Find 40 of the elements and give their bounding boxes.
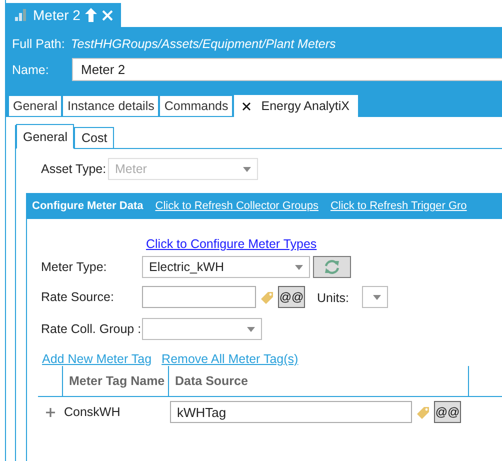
tab[interactable]: Cost xyxy=(74,127,114,148)
rate-source-label: Rate Source: xyxy=(41,290,115,304)
configure-link[interactable]: Click to Configure Meter Types xyxy=(146,237,317,251)
name-field[interactable]: Meter 2 xyxy=(72,58,502,81)
asset-type-label: Asset Type: xyxy=(41,162,108,176)
column-header[interactable]: Meter Tag Name xyxy=(62,366,168,396)
full-path-value: TestHHGRoups/Assets/Equipment/Plant Meters xyxy=(70,36,336,50)
caret-icon xyxy=(243,166,251,172)
picker-button[interactable]: @@ xyxy=(434,401,461,423)
tag-icon[interactable] xyxy=(260,290,274,304)
section-title: Configure Meter Data xyxy=(32,200,144,212)
tab[interactable]: Instance details xyxy=(63,96,158,116)
refresh-icon xyxy=(324,260,340,274)
up-arrow-icon[interactable] xyxy=(85,8,98,22)
document-title: Meter 2 xyxy=(33,7,80,23)
tab[interactable]: General xyxy=(9,96,62,116)
meter-type-label: Meter Type: xyxy=(41,260,108,274)
rate-source-field[interactable] xyxy=(142,286,256,308)
rate-coll-group-dropdown[interactable] xyxy=(142,318,262,340)
units-label: Units: xyxy=(317,291,349,305)
units-dropdown[interactable] xyxy=(362,286,388,308)
expand-icon[interactable] xyxy=(46,408,55,416)
tag-icon[interactable] xyxy=(416,405,430,419)
tab[interactable]: Energy AnalytiX xyxy=(234,95,358,117)
full-path-label: Full Path: xyxy=(12,36,65,50)
tab[interactable]: Commands xyxy=(160,96,232,116)
meter-type-dropdown[interactable]: Electric_kWH xyxy=(142,256,310,278)
refresh-button[interactable] xyxy=(313,256,351,278)
table-cell-text: ConskWH xyxy=(64,405,122,419)
rate-coll-group-label: Rate Coll. Group : xyxy=(41,322,142,336)
close-icon[interactable] xyxy=(242,102,252,110)
caret-icon xyxy=(295,264,303,270)
picker-button[interactable]: @@ xyxy=(278,286,305,308)
tab[interactable]: General xyxy=(16,124,74,149)
meter-icon xyxy=(14,8,28,22)
name-label: Name: xyxy=(11,62,50,76)
data-source-field[interactable]: kWHTag xyxy=(170,401,412,423)
caret-icon xyxy=(372,294,381,300)
column-header[interactable]: Data Source xyxy=(168,366,468,396)
caret-icon xyxy=(247,326,255,332)
